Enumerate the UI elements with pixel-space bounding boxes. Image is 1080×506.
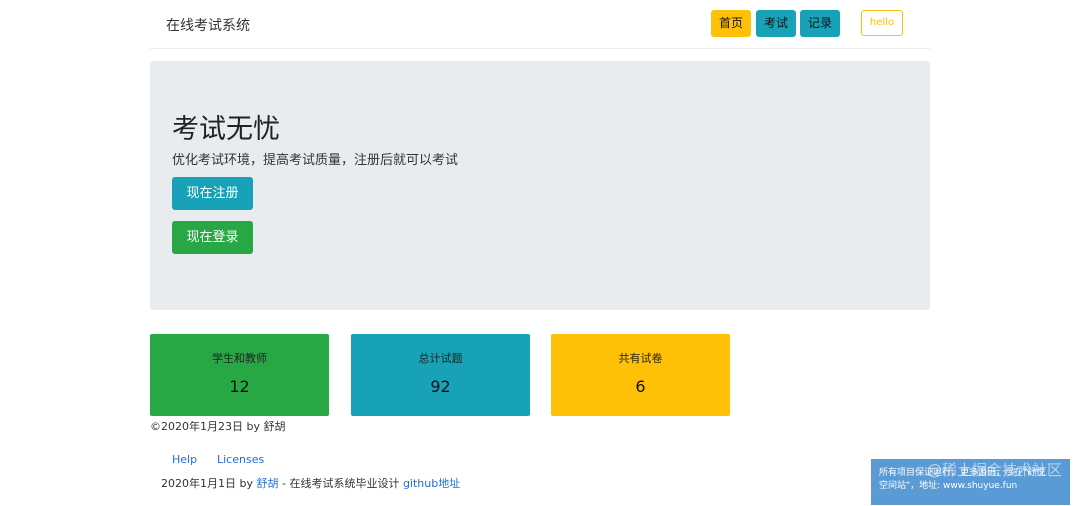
stat-label: 共有试卷 bbox=[618, 352, 663, 365]
github-link[interactable]: github地址 bbox=[403, 477, 460, 490]
author-link[interactable]: 舒胡 bbox=[256, 477, 278, 490]
stat-card-papers: 共有试卷 6 bbox=[551, 334, 730, 416]
home-button[interactable]: 首页 bbox=[711, 10, 751, 37]
watermark-badge: @稀土掘金技术社区 bbox=[926, 461, 1062, 479]
register-button[interactable]: 现在注册 bbox=[172, 177, 253, 210]
stat-value: 92 bbox=[430, 377, 451, 396]
footer-credit-prefix: 2020年1月1日 by bbox=[161, 477, 257, 490]
stat-label: 总计试题 bbox=[418, 352, 463, 365]
stat-card-questions: 总计试题 92 bbox=[351, 334, 530, 416]
brand-title[interactable]: 在线考试系统 bbox=[166, 15, 250, 35]
stat-value: 12 bbox=[229, 377, 250, 396]
hero-jumbotron: 考试无忧 优化考试环境，提高考试质量，注册后就可以考试 现在注册 现在登录 bbox=[150, 61, 930, 310]
records-button[interactable]: 记录 bbox=[800, 10, 840, 37]
copyright-text: ©2020年1月23日 by 舒胡 bbox=[150, 420, 286, 433]
watermark-banner: 所有项目保证运行，更多源码，尽在"舒悦 空间站"，地址: www.shuyue.… bbox=[871, 459, 1070, 505]
watermark-line-2: 空间站"，地址: www.shuyue.fun bbox=[879, 481, 1018, 491]
stat-value: 6 bbox=[635, 377, 646, 396]
hero-title: 考试无忧 bbox=[172, 114, 280, 145]
licenses-link[interactable]: Licenses bbox=[217, 453, 264, 466]
footer-credit: 2020年1月1日 by 舒胡 - 在线考试系统毕业设计 github地址 bbox=[161, 475, 460, 491]
exam-button[interactable]: 考试 bbox=[756, 10, 796, 37]
hero-description: 优化考试环境，提高考试质量，注册后就可以考试 bbox=[172, 153, 459, 168]
login-button[interactable]: 现在登录 bbox=[172, 221, 253, 254]
top-navbar: 在线考试系统 首页 考试 记录 hello bbox=[150, 0, 930, 49]
user-button[interactable]: hello bbox=[861, 10, 903, 36]
help-link[interactable]: Help bbox=[172, 453, 197, 466]
stat-label: 学生和教师 bbox=[212, 352, 267, 365]
stat-card-users: 学生和教师 12 bbox=[150, 334, 329, 416]
footer-credit-middle: - 在线考试系统毕业设计 bbox=[278, 477, 403, 490]
